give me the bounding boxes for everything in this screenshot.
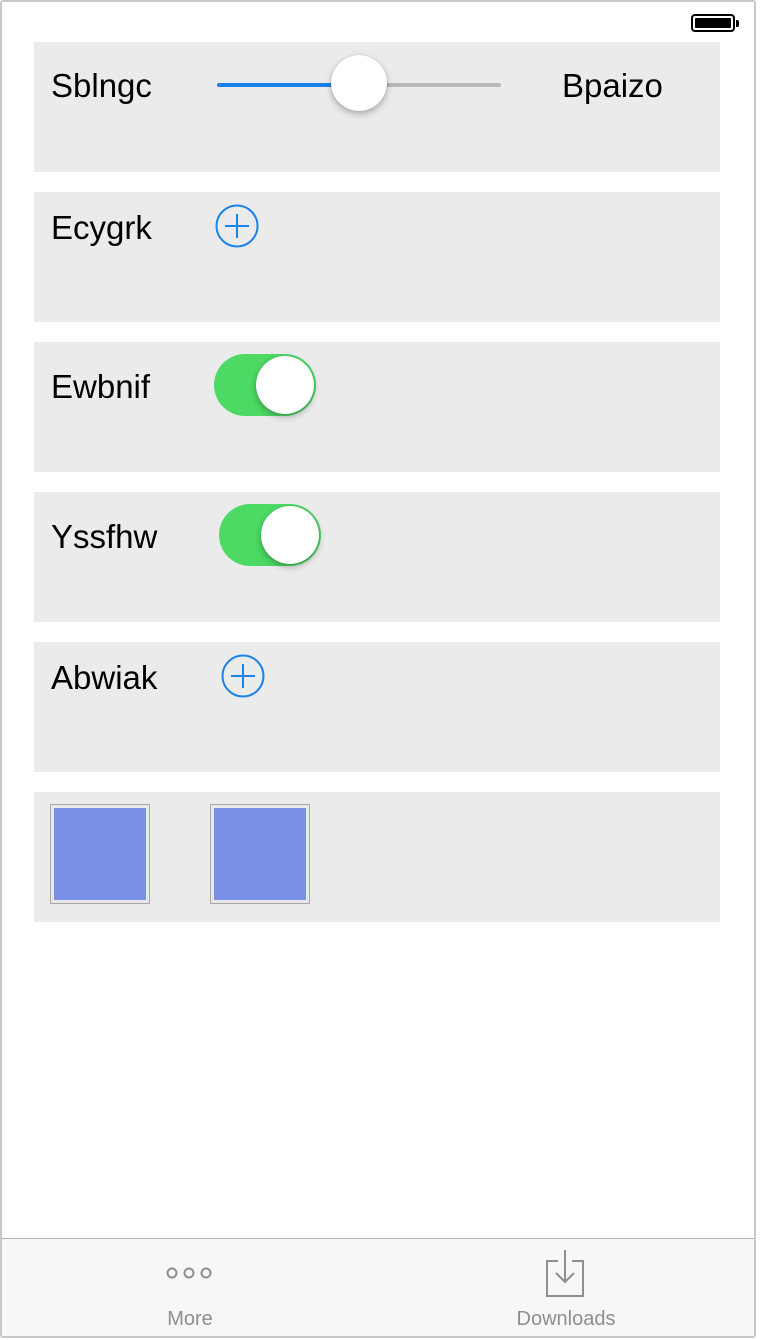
- switch-row-ewbnif: Ewbnif: [34, 342, 720, 472]
- status-bar: [2, 2, 754, 42]
- add-row-abwiak: Abwiak: [34, 642, 720, 772]
- add-row-label: Ecygrk: [51, 209, 152, 246]
- add-row-label: Abwiak: [51, 659, 158, 696]
- battery-level-fill: [695, 18, 731, 28]
- tab-bar: More Downloads: [2, 1238, 754, 1336]
- toggle-knob: [261, 506, 319, 564]
- slider-min-label: Sblngc: [51, 67, 152, 104]
- battery-icon: [691, 14, 735, 32]
- switch-row-label: Yssfhw: [51, 518, 158, 555]
- slider-thumb[interactable]: [331, 55, 387, 111]
- plus-circle-icon[interactable]: [215, 204, 259, 248]
- switch-row-yssfhw: Yssfhw: [34, 492, 720, 622]
- device-frame: Sblngc Bpaizo Ecygrk Ewbnif Yssfhw Abwia…: [0, 0, 756, 1338]
- slider-row: Sblngc Bpaizo: [34, 42, 720, 172]
- tab-downloads[interactable]: Downloads: [378, 1239, 754, 1336]
- image-placeholder: [210, 804, 310, 904]
- add-row-ecygrk: Ecygrk: [34, 192, 720, 322]
- toggle-switch[interactable]: [214, 354, 316, 416]
- image-row: [34, 792, 720, 922]
- tab-more[interactable]: More: [2, 1239, 378, 1336]
- plus-circle-icon[interactable]: [221, 654, 265, 698]
- tab-more-label: More: [167, 1308, 213, 1330]
- switch-row-label: Ewbnif: [51, 368, 151, 405]
- toggle-knob: [256, 356, 314, 414]
- battery-tip: [736, 20, 739, 27]
- more-dots-icon: [166, 1267, 212, 1279]
- image-placeholder: [50, 804, 150, 904]
- slider-max-label: Bpaizo: [562, 67, 663, 104]
- tab-downloads-label: Downloads: [516, 1308, 616, 1330]
- download-tray-icon: [546, 1250, 584, 1297]
- toggle-switch[interactable]: [219, 504, 321, 566]
